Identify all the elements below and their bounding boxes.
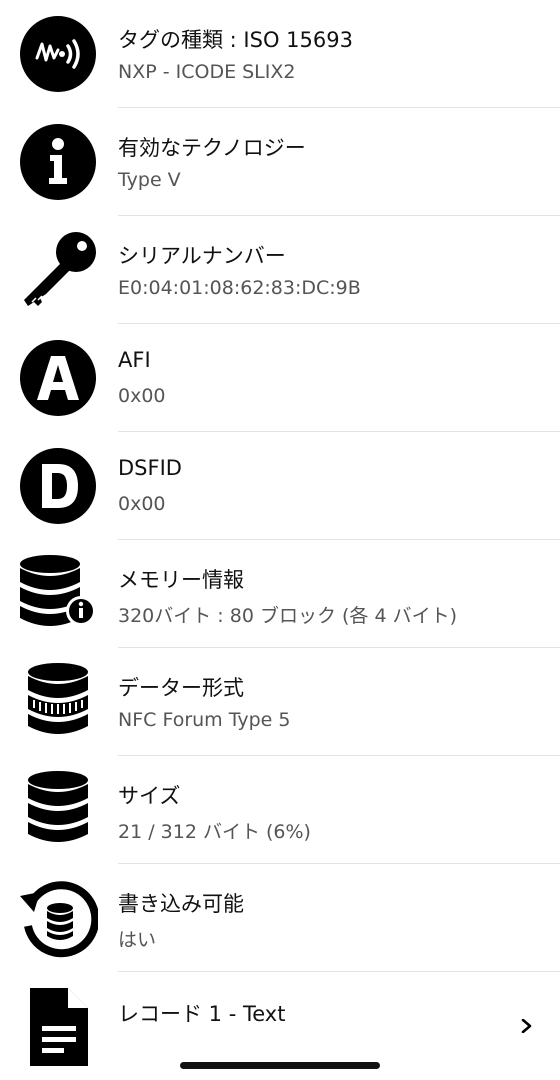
row-title: サイズ [118,784,181,808]
row-title: AFI [118,348,151,372]
document-icon [18,986,98,1066]
row-tag-type: タグの種類 : ISO 15693 NXP - ICODE SLIX2 [0,0,560,108]
database-info-icon [18,554,98,634]
row-title: データー形式 [118,676,244,700]
key-icon [18,230,98,310]
row-title: 書き込み可能 [118,892,244,916]
row-title: シリアルナンバー [118,244,286,268]
tag-info-list: タグの種類 : ISO 15693 NXP - ICODE SLIX2 有効なテ… [0,0,560,1080]
row-value: 320バイト : 80 ブロック (各 4 バイト) [118,605,457,627]
row-technology: 有効なテクノロジー Type V [0,108,560,216]
row-title: メモリー情報 [118,568,244,592]
row-title: レコード 1 - Text [118,1002,286,1026]
row-value: Type V [118,169,181,191]
row-value: 0x00 [118,493,166,515]
row-value: NFC Forum Type 5 [118,709,291,731]
letter-a-icon [18,338,98,418]
row-title: DSFID [118,456,182,480]
row-value: 0x00 [118,385,166,407]
database-format-icon [18,662,98,742]
info-icon [18,122,98,202]
row-dsfid: DSFID 0x00 [0,432,560,540]
row-data-format: データー形式 NFC Forum Type 5 [0,648,560,756]
database-icon [18,770,98,850]
nfc-tag-icon [18,14,98,94]
row-title: 有効なテクノロジー [118,136,306,160]
row-title: タグの種類 : ISO 15693 [118,28,353,52]
letter-d-icon [18,446,98,526]
row-size: サイズ 21 / 312 バイト (6%) [0,756,560,864]
home-indicator[interactable] [180,1062,380,1069]
row-writable: 書き込み可能 はい [0,864,560,972]
row-value: E0:04:01:08:62:83:DC:9B [118,277,361,299]
row-serial-number: シリアルナンバー E0:04:01:08:62:83:DC:9B [0,216,560,324]
row-value: NXP - ICODE SLIX2 [118,61,296,83]
row-value: はい [118,929,157,951]
row-value: 21 / 312 バイト (6%) [118,821,311,843]
row-memory-info: メモリー情報 320バイト : 80 ブロック (各 4 バイト) [0,540,560,648]
chevron-right-icon [520,1018,534,1034]
database-refresh-icon [18,878,98,958]
row-afi: AFI 0x00 [0,324,560,432]
